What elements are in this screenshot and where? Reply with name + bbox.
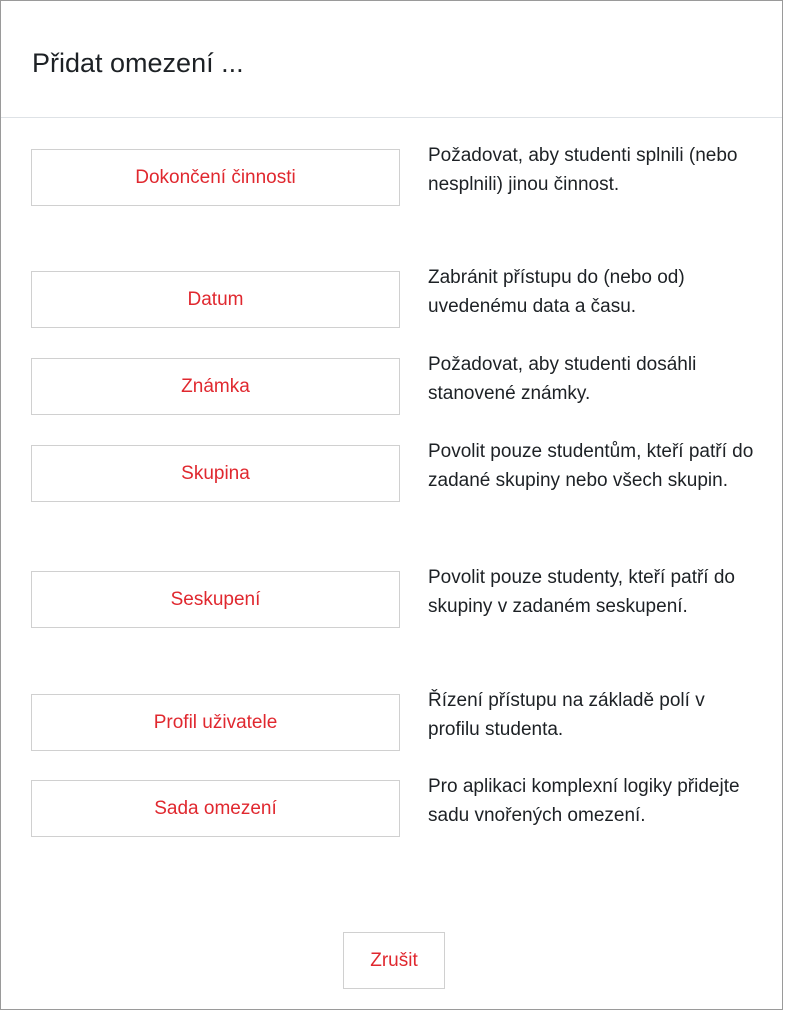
grade-description: Požadovat, aby studenti dosáhli stanoven… (428, 354, 697, 404)
grade-button[interactable]: Známka (31, 358, 400, 415)
dialog-title: Přidat omezení ... (32, 48, 244, 78)
add-restriction-dialog: Přidat omezení ... Dokončení činnosti Po… (0, 0, 783, 1010)
group-button[interactable]: Skupina (31, 445, 400, 502)
user-profile-button[interactable]: Profil uživatele (31, 694, 400, 751)
date-button[interactable]: Datum (31, 271, 400, 328)
restriction-set-description: Pro aplikaci komplexní logiky přidejte s… (428, 776, 740, 826)
activity-completion-description: Požadovat, aby studenti splnili (nebo ne… (428, 145, 738, 195)
user-profile-description: Řízení přístupu na základě polí v profil… (428, 690, 705, 740)
date-description: Zabránit přístupu do (nebo od) uvedenému… (428, 267, 685, 317)
cancel-button[interactable]: Zrušit (343, 932, 445, 989)
dialog-header: Přidat omezení ... (1, 1, 782, 118)
grouping-description: Povolit pouze studenty, kteří patří do s… (428, 567, 735, 617)
restriction-set-button[interactable]: Sada omezení (31, 780, 400, 837)
group-description: Povolit pouze studentům, kteří patří do … (428, 441, 754, 491)
activity-completion-button[interactable]: Dokončení činnosti (31, 149, 400, 206)
grouping-button[interactable]: Seskupení (31, 571, 400, 628)
